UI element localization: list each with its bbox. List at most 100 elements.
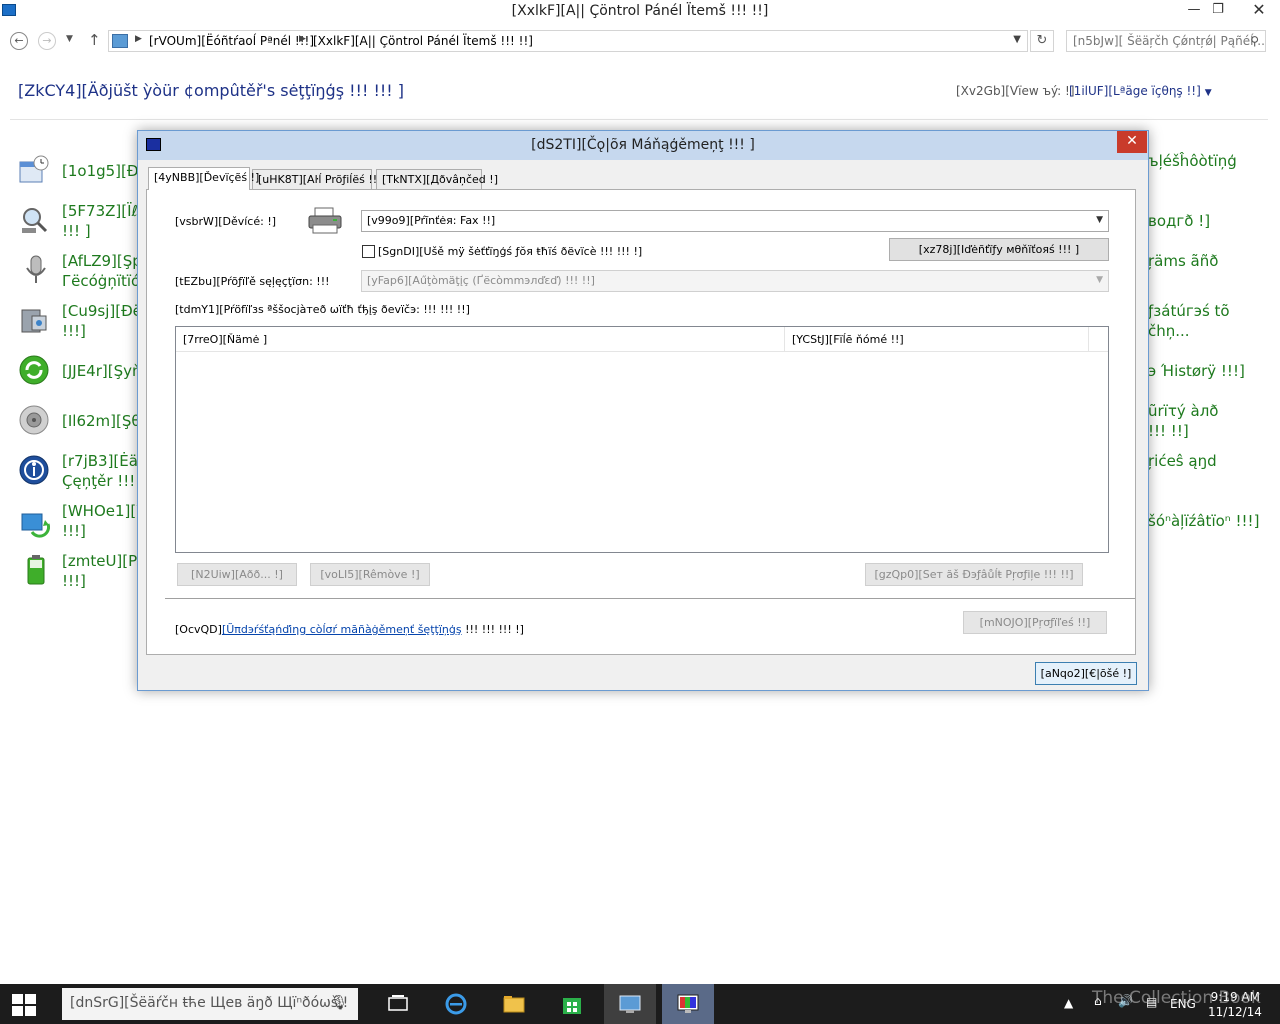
profiles-list[interactable]: [7rreO][Ňämė ] [YCStJ][Fïĺē ňómé !!] <box>175 326 1109 553</box>
column-header-filename[interactable]: [YCStJ][Fïĺē ňómé !!] <box>785 327 1089 352</box>
control-panel-icon <box>619 995 641 1013</box>
cp-item-programs-features[interactable]: ŗäms ãñð <box>1148 251 1218 271</box>
dialog-title: [dS2TI][Čǫ|õя Máňąģěmeņţ !!! ] <box>531 137 755 153</box>
profiles-list-header: [7rreO][Ňämė ] [YCStJ][Fïĺē ňómé !!] <box>176 327 1108 352</box>
use-my-settings-label[interactable]: [SgnDI][Ušě mÿ šėťťïŋģś ƒŏя ŧħïś ðëvïcè … <box>378 245 642 258</box>
breadcrumb-all-items[interactable]: [XxlkF][A|| Çöntrol Pánél Ïtemš !!! !!] <box>313 34 533 48</box>
page-title: [ZkCY4][Äðjüšt ỳòür ¢ompûtěř's sėţţïŋģş … <box>18 81 405 100</box>
speaker-icon[interactable] <box>18 404 50 436</box>
cp-item-ease-of-access[interactable]: [r7jB3][Ėäş <box>62 451 146 471</box>
windows-logo-icon <box>12 1006 23 1016</box>
up-button[interactable]: ↑ <box>88 31 101 49</box>
chevron-down-icon: ▼ <box>1204 88 1212 98</box>
breadcrumb-control-panel[interactable]: [rVOUm][Ëóñtŕaoĺ Pªnél !!!] <box>149 34 314 48</box>
remove-button[interactable]: [voLI5][Rêmòve !] <box>310 563 430 586</box>
understanding-prefix: [OcvQD] <box>175 623 222 636</box>
task-view-button[interactable] <box>372 984 424 1024</box>
identify-monitors-button[interactable]: [xz78j][Iďėñťïƒy мθňïťoяś !!! ] <box>889 238 1109 261</box>
taskbar-search-text: [dnSrG][Šëäŕčн ŧће Щев äŋð Щïⁿðóωš ! <box>70 995 349 1011</box>
windows-update-icon[interactable] <box>18 506 50 538</box>
maximize-button[interactable]: ❐ <box>1204 0 1232 22</box>
cp-item-file-history[interactable]: э Ήistørÿ !!!] <box>1148 361 1245 381</box>
search-input[interactable]: [n5bJw][ Šëäŗčh Çǿntŗǿ| Pąñéĺ ... ⚲ <box>1066 30 1266 52</box>
forward-button[interactable]: → <box>38 32 56 50</box>
search-placeholder: [n5bJw][ Šëäŗčh Çǿntŗǿ| Pąñéĺ ... <box>1073 34 1266 48</box>
window-titlebar: [XxlkF][A|| Çöntrol Pánél Ïtemš !!! !!] … <box>0 0 1280 24</box>
divider <box>10 119 1268 120</box>
cp-item-speech-recognition[interactable]: [AfLZ9][Şp <box>62 251 142 271</box>
microphone-icon[interactable] <box>20 254 52 286</box>
chevron-right-icon[interactable]: ▶ <box>299 34 306 44</box>
cp-item-features[interactable]: ƒзátúгэś tõ <box>1148 301 1230 321</box>
chevron-right-icon[interactable]: ▶ <box>135 34 142 44</box>
cp-item-speech-recognition-cont[interactable]: Гёсóġņïtïó <box>62 271 140 291</box>
cp-item-personalization[interactable]: šóⁿàļïźâtïoⁿ !!!] <box>1148 511 1259 531</box>
device-dropdown[interactable]: [v99o9][Pŕĩnťėя: Fax !!] ▼ <box>361 210 1109 232</box>
tab-advanced[interactable]: [TkNTX][Дðvâņčed !] <box>376 169 498 189</box>
devices-tab-panel: [vsbrW][Děvícé: !] [v99o9][Pŕĩnťėя: Fax … <box>146 189 1136 655</box>
folder-icon <box>503 996 525 1013</box>
cp-item-security[interactable]: ũrïτý àлð <box>1148 401 1218 421</box>
close-dialog-button[interactable]: [aNqo2][€|ōšé !] <box>1035 662 1137 685</box>
view-by-dropdown[interactable]: [1ilUF][Lªäge ïçθηş !!] ▼ <box>1069 84 1212 98</box>
use-my-settings-checkbox[interactable] <box>362 245 375 258</box>
back-button[interactable]: ← <box>10 32 28 50</box>
cp-item-troubleshooting[interactable]: ъļéšĥôòtïņģ <box>1148 151 1237 171</box>
recent-locations-dropdown[interactable]: ▼ <box>66 34 73 44</box>
taskbar-file-explorer[interactable] <box>488 984 540 1024</box>
divider <box>165 598 1135 599</box>
column-header-name[interactable]: [7rreO][Ňämė ] <box>176 327 785 352</box>
color-management-icon <box>677 994 699 1013</box>
control-panel-icon <box>112 34 128 48</box>
understanding-suffix: !!! !!! !!! !] <box>461 623 524 636</box>
ease-of-access-icon[interactable] <box>18 454 50 486</box>
chevron-down-icon[interactable]: ▼ <box>1013 34 1021 45</box>
dialog-close-icon[interactable]: ✕ <box>1117 131 1147 153</box>
profiles-button[interactable]: [mNOJO][Pŗσƒïľeś !!] <box>963 611 1107 634</box>
microphone-icon[interactable]: 🎙 <box>330 995 348 1011</box>
chevron-down-icon: ▼ <box>1096 275 1103 285</box>
taskbar-store[interactable] <box>546 984 598 1024</box>
cp-item-power-options[interactable]: [zmteU][Pé <box>62 551 146 571</box>
cp-item-power-options-cont[interactable]: !!!] <box>62 571 86 591</box>
cp-item-5f73z-cont[interactable]: !!! ] <box>62 221 91 241</box>
show-hidden-icons[interactable]: ▲ <box>1064 996 1073 1024</box>
close-button[interactable]: ✕ <box>1238 0 1280 22</box>
cp-item-date-time[interactable]: [1o1g5][Ðä <box>62 161 148 181</box>
start-button[interactable] <box>12 994 36 1016</box>
cp-item-sync-center[interactable]: [JJE4r][Şyň <box>62 361 142 381</box>
taskbar-internet-explorer[interactable] <box>430 984 482 1024</box>
taskbar-color-management[interactable] <box>662 984 714 1024</box>
taskbar: [dnSrG][Šëäŕčн ŧће Щев äŋð Щïⁿðóωš ! 🎙 ▲… <box>0 984 1280 1024</box>
cp-item-windows-update-cont[interactable]: !!!] <box>62 521 86 541</box>
search-icon[interactable]: ⚲ <box>1250 34 1259 48</box>
tab-all-profiles[interactable]: [uHK8T][Aŀĺ Prõƒiĺëś !!!] <box>252 169 386 189</box>
view-by-label: [Xv2Gb][Vïew ъý: !] <box>956 84 1075 98</box>
refresh-button[interactable]: ↻ <box>1030 30 1054 52</box>
tab-devices[interactable]: [4yNBB][Ďevïçẽś !] <box>148 167 259 190</box>
windows-logo-icon <box>25 994 36 1004</box>
cp-item-right-2[interactable]: вοдгð !] <box>1148 211 1210 231</box>
profile-selection-dropdown[interactable]: [yFap6][Aűţòmäţįç (Ґёcòmmэлďεď) !!! !!] … <box>361 270 1109 292</box>
cp-item-devices-printers[interactable]: ŗićeŝ ąŋd <box>1148 451 1217 471</box>
address-bar[interactable]: ▶ [rVOUm][Ëóñtŕaoĺ Pªnél !!!] ▶ [XxlkF][… <box>108 30 1028 52</box>
understanding-color-management-link[interactable]: [Ũπdэŕśťąńďiηg còĺσŕ māñàġěmeņť šęţţïņģş <box>222 623 462 636</box>
add-button[interactable]: [N2Uiw][Aðð... !] <box>177 563 297 586</box>
windows-logo-icon <box>12 994 23 1004</box>
magnifier-user-icon[interactable] <box>18 204 50 236</box>
taskbar-control-panel[interactable] <box>604 984 656 1024</box>
task-view-icon <box>388 995 408 1011</box>
power-options-icon[interactable] <box>20 554 52 586</box>
date-time-icon[interactable] <box>18 154 50 186</box>
device-manager-icon[interactable] <box>18 304 50 336</box>
taskbar-search-box[interactable]: [dnSrG][Šëäŕčн ŧће Щев äŋð Щïⁿðóωš ! 🎙 <box>62 988 358 1020</box>
profile-selection-label: [tEZbu][Pŕõƒïľě sęļęçţïσn: !!! <box>175 275 330 288</box>
set-default-profile-button[interactable]: [gzQp0][Seт ăš Ðэƒâůĺŧ Pŗσƒiļe !!! !!] <box>865 563 1083 586</box>
sync-center-icon[interactable] <box>18 354 50 386</box>
cp-item-features-cont[interactable]: čhņ... <box>1148 321 1190 341</box>
windows-logo-icon <box>25 1006 36 1016</box>
cp-item-device-manager-cont[interactable]: !!!] <box>62 321 86 341</box>
cp-item-security-cont[interactable]: !!! !!] <box>1148 421 1189 441</box>
cp-item-ease-of-access-cont[interactable]: Çęņţěr !!! ! <box>62 471 146 491</box>
cp-item-5f73z[interactable]: [5F73Z][Ïℓo <box>62 201 147 221</box>
